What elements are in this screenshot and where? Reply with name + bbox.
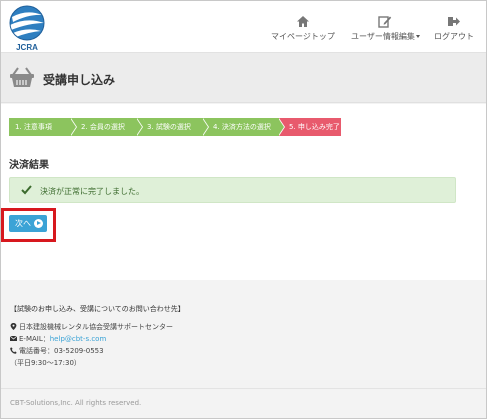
contact-tel-text: 電話番号：03-5209-0553: [19, 347, 104, 355]
page-title-band: 受講申し込み: [1, 53, 486, 103]
check-icon: [21, 185, 32, 195]
copyright: CBT-Solutions,Inc. All rights reserved.: [10, 399, 142, 407]
nav-mypage-label: マイページトップ: [271, 32, 335, 41]
contact-tel: 電話番号：03-5209-0553: [10, 346, 104, 356]
step-progress-bar: 1. 注意事項 2. 会員の選択 3. 試験の選択 4. 決済方法の選択 5. …: [9, 118, 341, 136]
step-5-current: 5. 申し込み完了: [279, 118, 341, 136]
next-button[interactable]: 次へ: [9, 215, 47, 232]
step-1-arrow-fg: [70, 118, 76, 136]
step-2: 2. 会員の選択: [71, 118, 137, 136]
jcra-logo[interactable]: JCRA: [7, 3, 47, 53]
location-pin-icon: [10, 323, 17, 330]
step-1: 1. 注意事項: [9, 118, 71, 136]
page-title: 受講申し込み: [43, 73, 116, 87]
contact-email-link[interactable]: help@cbt-s.com: [50, 335, 107, 343]
shopping-basket-icon: [10, 67, 34, 87]
success-alert: 決済が正常に完了しました。: [9, 177, 456, 203]
contact-email: E-MAIL：help@cbt-s.com: [10, 334, 106, 344]
step-4: 4. 決済方法の選択: [203, 118, 279, 136]
footer-divider: [1, 388, 486, 389]
caret-down-icon: [415, 35, 420, 38]
step-4-arrow: [278, 118, 284, 136]
nav-logout-label: ログアウト: [434, 32, 474, 41]
header: JCRA マイページトップ ユーザー情報編集 ログアウト: [1, 1, 486, 53]
nav-logout[interactable]: ログアウト: [434, 15, 474, 42]
arrow-circle-right-icon: [34, 219, 43, 228]
phone-icon: [10, 347, 17, 354]
contact-org: 日本建設機械レンタル協会受講サポートセンター: [10, 322, 173, 332]
contact-title: 【試験のお申し込み、受講についてのお問い合わせ先】: [10, 305, 185, 313]
next-button-label: 次へ: [15, 219, 31, 228]
nav-mypage[interactable]: マイページトップ: [271, 15, 335, 42]
contact-hours: （平日9:30〜17:30）: [10, 359, 81, 367]
step-2-arrow: [136, 118, 142, 136]
step-3: 3. 試験の選択: [137, 118, 203, 136]
edit-icon: [378, 16, 392, 28]
globe-logo-icon: JCRA: [9, 5, 45, 52]
nav-userinfo[interactable]: ユーザー情報編集: [351, 15, 420, 42]
logout-icon: [448, 17, 460, 26]
contact-email-label: E-MAIL：: [19, 335, 50, 343]
result-heading: 決済結果: [9, 160, 49, 171]
envelope-icon: [10, 335, 17, 341]
success-message: 決済が正常に完了しました。: [40, 187, 144, 196]
nav-userinfo-label: ユーザー情報編集: [351, 32, 415, 41]
step-3-arrow: [202, 118, 208, 136]
contact-org-text: 日本建設機械レンタル協会受講サポートセンター: [19, 323, 173, 331]
logo-text: JCRA: [16, 43, 38, 52]
home-icon: [296, 16, 309, 27]
